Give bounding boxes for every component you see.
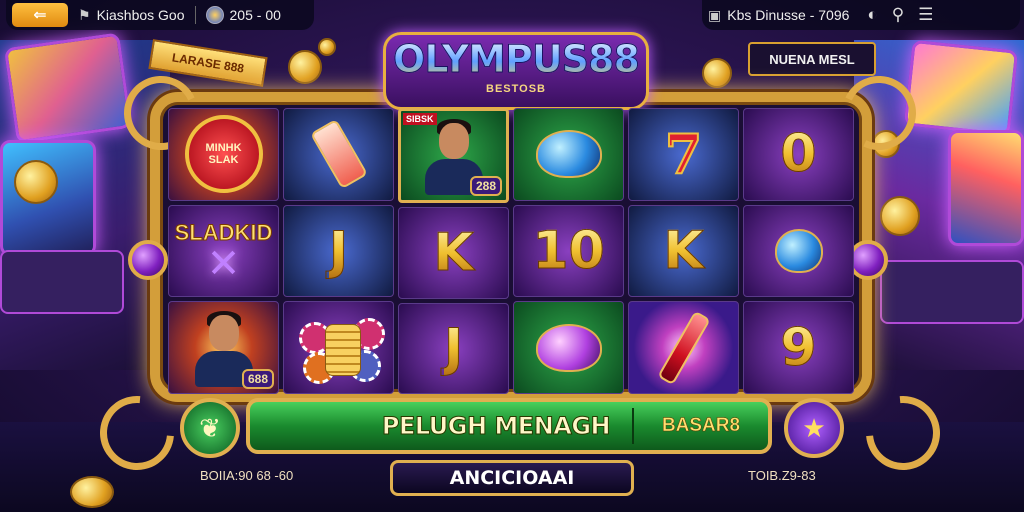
stat-right: TOIB.Z9-83 [748,468,816,483]
purple-gem-vase-symbol [535,323,602,372]
blue-gem-vase-symbol [774,229,823,273]
reel-cell: 0 [743,108,854,201]
reel-cell: 688 [168,301,279,395]
arcade-console-left [0,250,124,314]
reel-cell [513,108,624,201]
search-icon[interactable]: ⚲ [892,5,904,25]
portrait-face [438,122,469,159]
divider [194,6,196,24]
reel-cell [283,108,394,201]
ball-icon[interactable]: ◐ [867,5,877,25]
logo-title: OLYMPUS88 [386,35,646,83]
number-nine-symbol: 9 [780,317,817,378]
arcade-console-right [880,260,1024,324]
reel-cell: SLADKID ✕ [168,204,279,298]
info-text: Kbs Dinusse - 7096 [727,7,850,23]
portrait-face [208,314,239,351]
cross-icon: ✕ [206,242,241,286]
user-icon: ⚑ [78,6,91,23]
main-action-label: PELUGH MENAGH [381,412,611,441]
bet-value: BASAR8 [661,415,741,437]
balance-value: 205 - 00 [229,7,281,23]
game-logo: OLYMPUS88 BESTOSB [383,32,649,110]
floating-coin [702,58,732,88]
coin-stack-icon [324,323,361,376]
arcade-screen-right-lower [948,130,1024,246]
reel-4: 10 [513,108,624,395]
reel-cell [283,301,394,395]
arrow-left-icon: ⇐ [33,7,47,24]
bonus-badge-line: MINHK [205,142,242,155]
reel-1: MINHK SLAK SLADKID ✕ 688 [168,108,279,395]
reel-grid: MINHK SLAK SLADKID ✕ 688 J SIBSK 288 K J… [168,108,854,395]
letter-k-symbol: K [433,222,474,283]
letter-k-symbol: K [663,221,704,282]
reel-cell: J [398,302,509,394]
auto-play-button[interactable]: ANCICIOAAI [390,460,634,496]
symbol-tag: 688 [241,369,274,390]
book-icon[interactable]: ▣ [708,7,721,24]
floating-coin [880,196,920,236]
reel-3: SIBSK 288 K J [398,108,509,394]
reel-cell [743,204,854,298]
menu-icon[interactable]: ☰ [918,5,933,25]
floating-coin [14,160,58,204]
coin-icon [205,6,224,24]
bonus-badge-line: SLAK [208,154,239,167]
leaf-icon: ❦ [199,412,221,443]
bet-control-bar[interactable]: PELUGH MENAGH BASAR8 [246,398,772,454]
player-name: Kiashbos Goo [96,7,185,23]
reel-cell [628,301,739,395]
promo-badge[interactable]: NUENA MESL [748,42,876,76]
top-bar-right: ▣ Kbs Dinusse - 7096 ◐ ⚲ ☰ [702,0,1020,30]
reel-cell: 9 [743,301,854,395]
top-bar-left: ⇐ ⚑ Kiashbos Goo 205 - 00 [6,0,314,30]
arcade-screen-right [903,39,1019,137]
reel-cell [513,301,624,395]
number-zero-symbol: 0 [780,124,817,185]
stat-left: BOIIA:90 68 -60 [200,468,294,483]
reel-cell: K [398,207,509,299]
bonus-button[interactable]: ★ [784,398,844,458]
logo-subtitle: BESTOSB [486,83,546,95]
reel-cell: J [283,204,394,298]
letter-j-symbol: J [443,318,464,379]
gem-icon [848,240,888,280]
scroll-symbol [309,119,368,190]
red-seven-symbol: 7 [664,121,704,187]
arcade-screen-left [3,32,133,144]
floating-coin [318,38,336,56]
reel-2: J [283,108,394,395]
blue-gem-vase-symbol [535,130,602,179]
reel-cell: 7 [628,108,739,201]
reel-cell: 10 [513,204,624,298]
letter-j-symbol: J [328,221,349,282]
symbol-tag: 288 [469,176,502,197]
spin-button[interactable]: ❦ [180,398,240,458]
reel-cell: SIBSK 288 [398,108,509,204]
bonus-badge-symbol: MINHK SLAK [184,115,263,194]
reel-cell: K [628,204,739,298]
back-button[interactable]: ⇐ [12,3,68,27]
gem-icon [128,240,168,280]
number-ten-symbol: 10 [532,221,605,282]
floating-coin [288,50,322,84]
red-blade-symbol [656,310,711,386]
reel-cell: MINHK SLAK [168,108,279,201]
floating-coin [70,476,114,508]
chips-coins-symbol [298,317,385,384]
reel-5: 7 K [628,108,739,395]
star-icon: ★ [802,412,826,443]
reel-6: 0 9 [743,108,854,395]
